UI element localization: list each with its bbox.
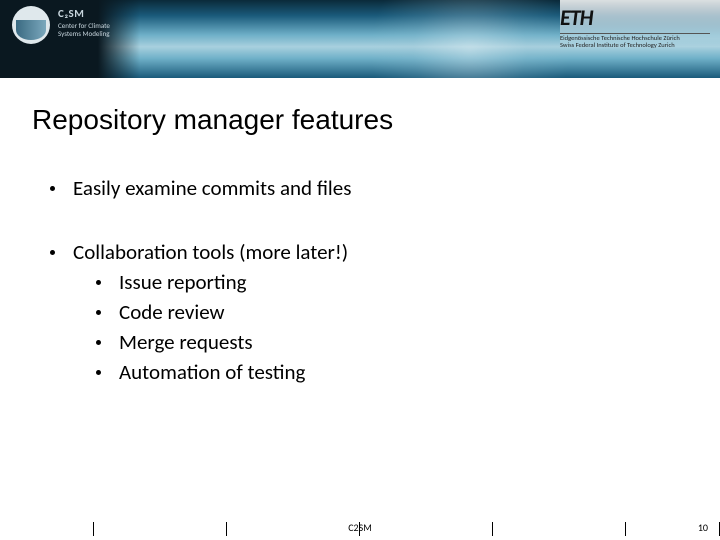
bullet-text: Automation of testing <box>119 359 305 385</box>
bullet-2-2: Code review <box>96 299 351 325</box>
footer-segment <box>360 522 493 536</box>
org-logo-group: C₂SM Center for Climate Systems Modeling <box>12 6 110 44</box>
footer-center-label: C2SM <box>348 521 372 534</box>
footer-segment <box>94 522 227 536</box>
eth-subtitle: Eidgenössische Technische Hochschule Zür… <box>560 33 710 50</box>
bullet-1: Easily examine commits and files <box>50 175 351 201</box>
bullet-dot-icon <box>96 310 101 315</box>
slide-footer: C2SM 10 <box>0 518 720 540</box>
bullet-dot-icon <box>96 340 101 345</box>
bullet-2: Collaboration tools (more later!) <box>50 239 351 265</box>
bullet-2-1: Issue reporting <box>96 269 351 295</box>
header-banner: C₂SM Center for Climate Systems Modeling… <box>0 0 720 78</box>
footer-segment <box>227 522 360 536</box>
bullet-dot-icon <box>50 186 55 191</box>
bullet-2-4: Automation of testing <box>96 359 351 385</box>
org-brand: C₂SM <box>58 8 110 20</box>
bullet-dot-icon <box>96 370 101 375</box>
spacer <box>50 201 351 239</box>
bullet-text: Easily examine commits and files <box>73 175 351 201</box>
page-number: 10 <box>698 521 708 534</box>
bullet-text: Issue reporting <box>119 269 247 295</box>
slide: C₂SM Center for Climate Systems Modeling… <box>0 0 720 540</box>
eth-line2: Swiss Federal Institute of Technology Zu… <box>560 42 710 49</box>
eth-logo: ETH <box>560 4 710 31</box>
bullet-dot-icon <box>96 280 101 285</box>
footer-segment <box>0 522 94 536</box>
bullet-text: Code review <box>119 299 225 325</box>
slide-content: Easily examine commits and files Collabo… <box>50 175 351 385</box>
org-line2: Systems Modeling <box>58 30 110 38</box>
bullet-text: Merge requests <box>119 329 253 355</box>
footer-segment <box>493 522 626 536</box>
eth-logo-block: ETH Eidgenössische Technische Hochschule… <box>560 4 710 50</box>
bullet-2-3: Merge requests <box>96 329 351 355</box>
bullet-dot-icon <box>50 250 55 255</box>
bullet-text: Collaboration tools (more later!) <box>73 239 348 265</box>
c2sm-logo-icon <box>12 6 50 44</box>
slide-title: Repository manager features <box>32 104 393 136</box>
org-logo-text: C₂SM Center for Climate Systems Modeling <box>58 8 110 37</box>
